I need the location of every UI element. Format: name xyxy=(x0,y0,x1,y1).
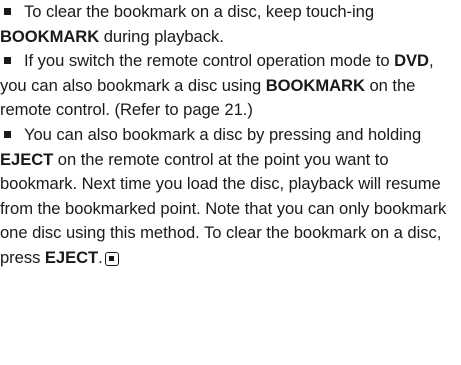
bullet-icon xyxy=(4,8,11,15)
bullet-icon xyxy=(4,57,11,65)
note-1-text-1: To clear the bookmark on a disc, keep to… xyxy=(24,2,374,21)
note-1-text-2: during playback. xyxy=(99,26,224,46)
note-eject-bookmark: You can also bookmark a disc by pressing… xyxy=(0,123,461,271)
end-of-section-icon xyxy=(104,251,119,266)
note-3-eject-label-2: EJECT xyxy=(44,247,99,267)
document-page: To clear the bookmark on a disc, keep to… xyxy=(0,0,461,271)
note-clear-bookmark: To clear the bookmark on a disc, keep to… xyxy=(0,0,461,49)
bullet-icon xyxy=(4,130,11,138)
note-3-text-3: . xyxy=(98,247,103,267)
note-dvd-mode: If you switch the remote control operati… xyxy=(0,49,461,123)
note-2-bookmark-label: BOOKMARK xyxy=(265,75,365,95)
note-2-dvd-label: DVD xyxy=(394,51,429,71)
note-2-text-1: If you switch the remote control operati… xyxy=(24,51,395,71)
note-3-eject-label: EJECT xyxy=(0,149,54,169)
note-3-text-1: You can also bookmark a disc by pressing… xyxy=(24,124,422,144)
note-1-bookmark-label: BOOKMARK xyxy=(0,26,100,46)
